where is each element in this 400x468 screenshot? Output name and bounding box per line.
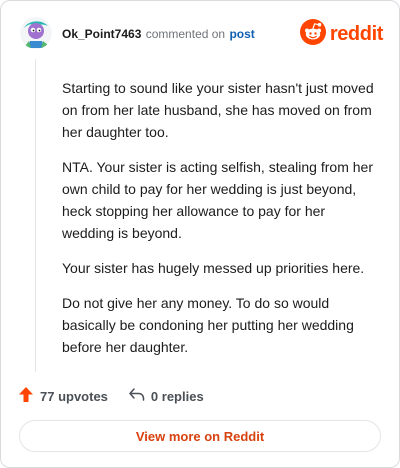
comment-body: Starting to sound like your sister hasn'… (62, 77, 377, 371)
view-more-on-reddit-button[interactable]: View more on Reddit (19, 420, 381, 452)
reply-count: 0 replies (150, 388, 204, 404)
reply-button[interactable]: 0 replies (128, 387, 204, 405)
username-link[interactable]: Ok_Point7463 (62, 27, 141, 41)
comment-paragraph: NTA. Your sister is acting selfish, stea… (62, 159, 373, 241)
upvote-button[interactable]: 77 upvotes (18, 386, 108, 406)
reddit-comment-card: Ok_Point7463 commented on post reddit St… (0, 0, 400, 468)
comment-paragraph: Do not give her any money. To do so woul… (62, 295, 354, 355)
thread-line (35, 59, 36, 372)
comment-paragraph: Your sister has hugely messed up priorit… (62, 260, 365, 276)
reddit-wordmark: reddit (329, 23, 384, 45)
upvote-arrow-icon (18, 386, 34, 406)
comment-actions: 77 upvotes 0 replies (18, 386, 204, 406)
reddit-snoo-icon (299, 18, 326, 50)
comment-header: Ok_Point7463 commented on post reddit (20, 17, 383, 51)
cartoon-avatar-icon[interactable] (20, 17, 52, 49)
post-link[interactable]: post (229, 27, 254, 41)
commented-on-text: commented on (145, 27, 226, 41)
reddit-brand-link[interactable]: reddit (299, 18, 384, 50)
comment-meta: Ok_Point7463 commented on post (62, 27, 255, 41)
reply-arrow-icon (128, 387, 145, 405)
upvote-count: 77 upvotes (40, 388, 108, 404)
comment-paragraph: Starting to sound like your sister hasn'… (62, 80, 374, 140)
